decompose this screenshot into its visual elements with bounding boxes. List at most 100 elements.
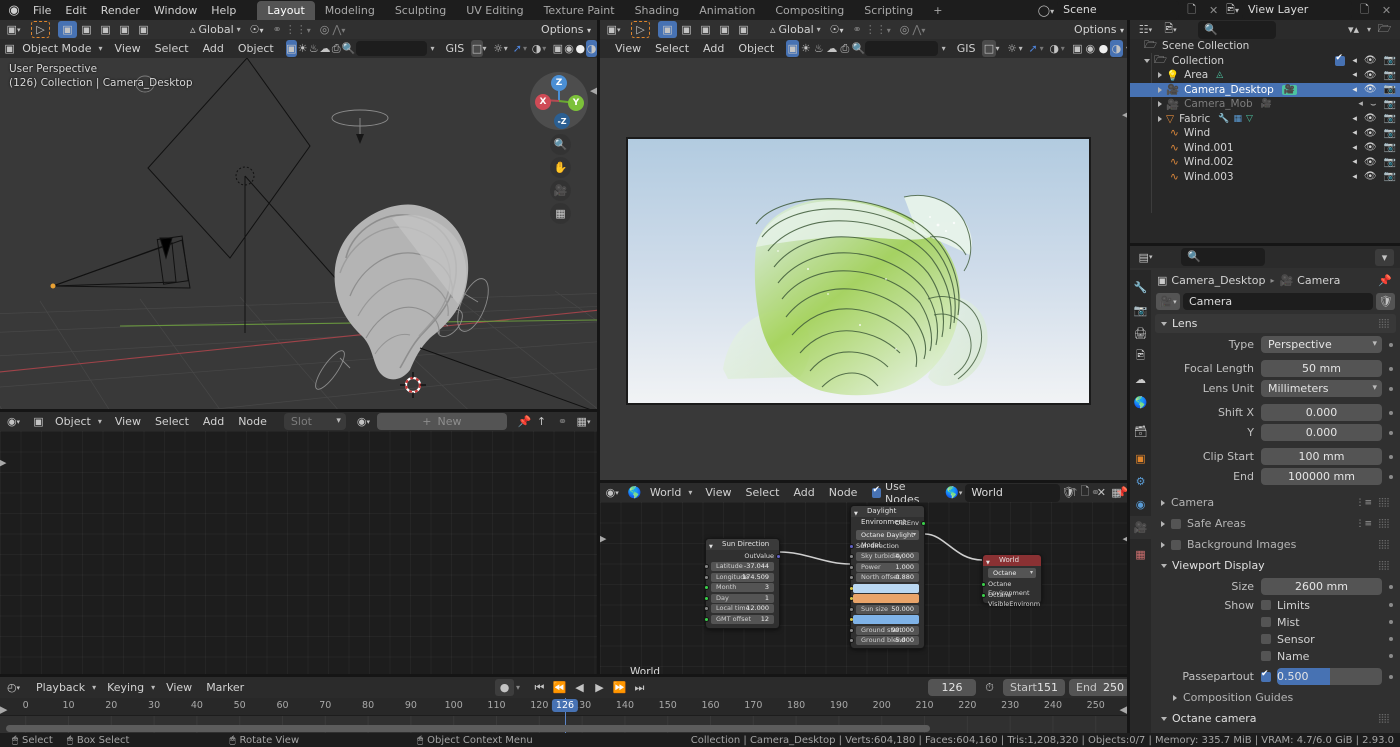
timeline-sidebar-toggle-icon[interactable]: ▶ — [0, 703, 7, 716]
select-box-icon[interactable]: ▣ — [58, 21, 77, 38]
tab-world[interactable]: 🌎 — [1130, 391, 1151, 414]
orientation-label-2[interactable]: Global — [779, 23, 814, 36]
filter-icon[interactable]: ▾▴ — [1344, 21, 1363, 38]
panel-preset-icon[interactable]: ⋮≡ — [1355, 519, 1372, 529]
show-name-checkbox[interactable] — [1261, 651, 1271, 661]
browse-material-icon[interactable]: ◉ ▾ — [354, 413, 373, 430]
browse-camera-data-icon[interactable]: 🎥 ▾ — [1156, 293, 1180, 310]
disable-render-camera-icon[interactable]: 📷 — [1384, 70, 1396, 81]
gizmo-axis-x[interactable]: X — [535, 94, 551, 110]
passepartout-slider[interactable]: 0.500 — [1277, 668, 1382, 685]
hand-icon[interactable]: ✋ — [550, 157, 571, 178]
outliner-search-input[interactable]: 🔍 — [1198, 20, 1276, 39]
sunset-color-swatch[interactable] — [853, 594, 919, 603]
blender-logo-icon[interactable]: ◉ — [6, 3, 22, 18]
select-intersect-icon[interactable]: ▣ — [134, 21, 153, 38]
show-limits-checkbox[interactable] — [1261, 600, 1271, 610]
tab-uv-editing[interactable]: UV Editing — [456, 1, 533, 20]
safe-areas-checkbox[interactable] — [1171, 518, 1181, 529]
timeline-menu-playback[interactable]: Playback — [29, 679, 92, 696]
properties-editor-type-icon[interactable]: ▤ ▾ — [1136, 249, 1155, 266]
world-output-target-dropdown[interactable]: Octane ▾ — [988, 568, 1036, 578]
world-go-to-parent-icon[interactable]: ↑ — [1065, 484, 1084, 501]
animate-property-dot[interactable] — [1389, 474, 1393, 479]
area-divider-horizontal-3[interactable] — [0, 674, 1130, 677]
snap-to-icon[interactable]: ⋮⋮▾ — [285, 23, 311, 36]
node-daylight-input-sun-direction[interactable]: Sun direction — [849, 542, 919, 551]
render-menu-view[interactable]: View — [608, 40, 648, 57]
camera-data-icon[interactable]: 🎥 — [1261, 99, 1272, 109]
play-reverse-icon[interactable]: ◀ — [570, 679, 589, 696]
expand-triangle-icon[interactable] — [1158, 115, 1162, 122]
node-sun-direction-header[interactable]: ▼ Sun Direction — [706, 539, 779, 550]
hide-eye-icon[interactable]: 👁 — [1364, 55, 1377, 66]
outliner-row-collection[interactable]: 🗁 Collection ◂ 👁 📷 — [1130, 53, 1400, 69]
tab-shading[interactable]: Shading — [625, 1, 690, 20]
snap-magnet-icon-2[interactable]: ⚭ — [853, 23, 862, 36]
node-sun-direction[interactable]: ▼ Sun Direction OutValue Latitude -37.044… — [703, 538, 781, 629]
outliner[interactable]: ☷ ▾ 🖻 ▾ 🔍 ▾▴ ▾ 🗁 🗁 Scene Collection 🗁 Coll… — [1130, 20, 1400, 245]
sidebar-toggle-icon[interactable]: ◀ — [590, 84, 597, 97]
octane-sphere-icon-2[interactable]: ☀ — [799, 40, 812, 57]
octane-search-icon[interactable]: 🔍 — [342, 40, 356, 57]
camera-icon[interactable]: 🎥 — [550, 180, 571, 201]
area-divider-horizontal-4[interactable] — [1130, 243, 1400, 246]
viewport-render[interactable]: ▣ ▾ ▷ ▣ ▣ ▣ ▣ ▣ ▵ Global ▾ ☉▾ ⚭ ⋮⋮▾ ◎ ⋀▾ … — [600, 20, 1130, 490]
gis-menu-2[interactable]: GIS — [950, 40, 983, 57]
shading-rendered-icon[interactable]: ◑ — [585, 40, 597, 57]
outliner-row-wind-002[interactable]: ∿ Wind.002 ◂ 👁 📷 — [1130, 155, 1400, 170]
viewport-size-field[interactable]: 2600 mm — [1261, 578, 1382, 595]
disable-render-camera-icon[interactable]: 📷 — [1384, 99, 1396, 110]
animate-property-dot[interactable] — [1389, 637, 1393, 641]
timeline[interactable]: ◴ ▾ Playback ▾ Keying ▾ View Marker ● ▾ ⏮… — [0, 677, 1131, 738]
node-row[interactable]: Sun size 50.000 — [848, 604, 919, 614]
timeline-horizontal-scrollbar[interactable] — [6, 725, 930, 732]
hide-eye-icon[interactable]: 👁 — [1364, 113, 1377, 124]
tab-modifiers[interactable]: ⚙ — [1130, 470, 1151, 493]
viewport-options-menu-2[interactable]: Options ▾ — [1074, 23, 1124, 36]
viewport-menu-select[interactable]: Select — [148, 40, 196, 57]
expand-triangle-icon[interactable] — [1144, 58, 1150, 63]
select-intersect-icon-2[interactable]: ▣ — [734, 21, 753, 38]
visibility-icon[interactable]: ☼ — [493, 40, 504, 57]
octane-material-icon-2[interactable]: ♨ — [812, 40, 825, 57]
daylight-model-dropdown[interactable]: Octane Daylight Model ▾ — [856, 529, 919, 549]
menu-window[interactable]: Window — [147, 2, 204, 19]
octane-render-icon-2[interactable]: ▣ — [786, 40, 800, 57]
area-divider-vertical-2[interactable] — [1127, 20, 1130, 733]
falloff-icon[interactable]: ⋀▾ — [332, 23, 345, 36]
socket-longitude[interactable] — [703, 574, 709, 580]
socket-latitude[interactable] — [703, 564, 709, 569]
selectable-cursor-icon[interactable]: ◂ — [1352, 70, 1357, 80]
octane-search-icon-2[interactable]: 🔍 — [851, 40, 865, 57]
menu-edit[interactable]: Edit — [58, 2, 93, 19]
node-snap-mode-icon[interactable]: ▦ ▾ — [574, 413, 593, 430]
tab-tool[interactable]: 🔧 — [1130, 276, 1151, 299]
area-divider-horizontal-2[interactable] — [600, 480, 1130, 483]
pivot-point-icon[interactable]: ☉▾ — [250, 23, 264, 36]
socket-north-offset[interactable] — [848, 575, 854, 580]
octane-world-icon[interactable]: ☁ — [319, 40, 330, 57]
view-axis-gizmo[interactable]: Z Y X -Z — [530, 72, 588, 130]
gis-tool-icon[interactable]: □ — [471, 40, 483, 57]
outliner-row-wind-003[interactable]: ∿ Wind.003 ◂ 👁 📷 — [1130, 170, 1400, 185]
node-row[interactable]: Local time 12.000 — [703, 604, 774, 613]
world-node-menu-add[interactable]: Add — [786, 484, 821, 501]
next-keyframe-icon[interactable]: ⏩ — [610, 679, 629, 696]
snap-magnet-icon[interactable]: ⚭ — [273, 23, 282, 36]
sky-color-swatch[interactable] — [853, 583, 919, 593]
outliner-row-camera-desktop[interactable]: 🎥 Camera_Desktop 🎥 ◂ 👁 📷 — [1130, 82, 1400, 97]
use-nodes-checkbox[interactable] — [872, 485, 882, 498]
select-invert-icon-2[interactable]: ▣ — [715, 21, 734, 38]
browse-world-icon[interactable]: 🌎 ▾ — [945, 484, 962, 501]
ground-color-swatch[interactable] — [853, 615, 919, 624]
camera-render-preview[interactable] — [626, 137, 1091, 405]
outliner-row-wind-001[interactable]: ∿ Wind.001 ◂ 👁 📷 — [1130, 141, 1400, 156]
proportional-edit-icon[interactable]: ◎ — [320, 23, 330, 36]
socket-sun-size[interactable] — [848, 606, 854, 612]
passepartout-checkbox[interactable] — [1261, 669, 1271, 682]
tab-render[interactable]: 📷 — [1130, 299, 1151, 322]
viewport-menu-object[interactable]: Object — [231, 40, 281, 57]
visibility-icon-2[interactable]: ☼ — [1006, 40, 1019, 57]
remove-scene-icon[interactable]: ✕ — [1204, 2, 1223, 19]
